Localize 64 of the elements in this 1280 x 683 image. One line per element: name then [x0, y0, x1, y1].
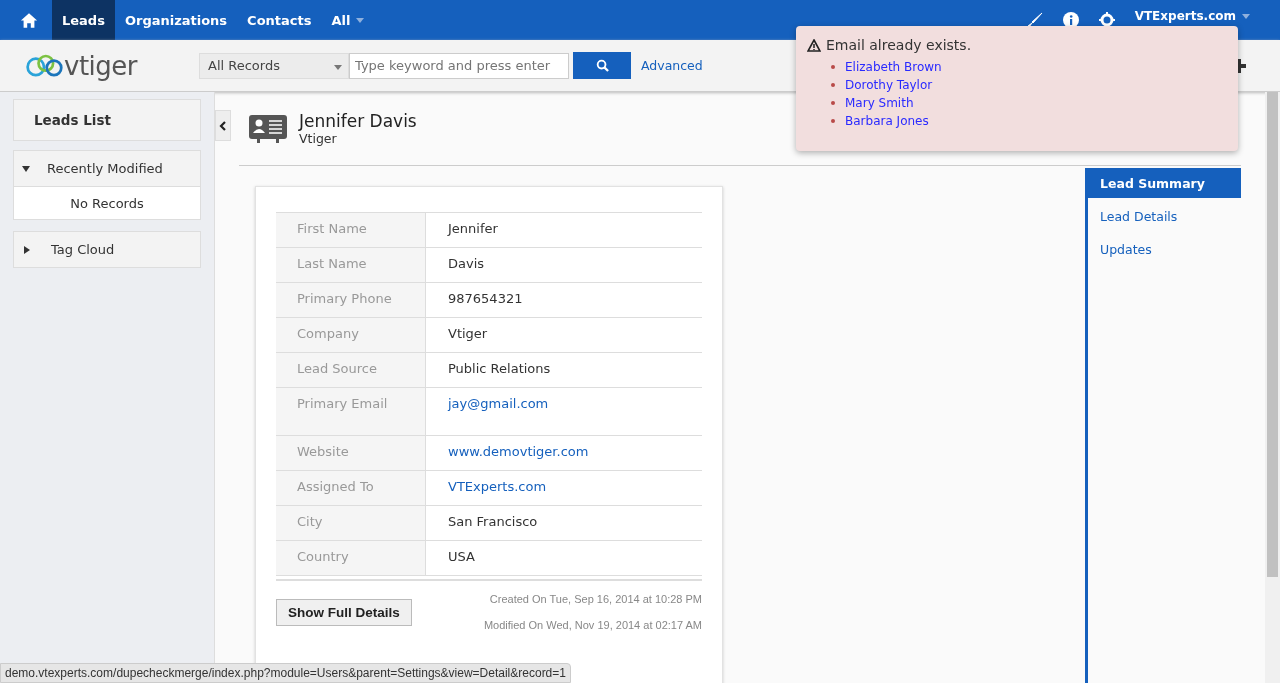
- widget-title: Tag Cloud: [51, 242, 115, 257]
- field-label: Lead Source: [276, 353, 426, 387]
- widget-header[interactable]: Tag Cloud: [14, 232, 200, 267]
- bullet-icon: [831, 65, 835, 69]
- cloud-logo-icon: [24, 52, 64, 79]
- show-full-details-button[interactable]: Show Full Details: [276, 599, 412, 626]
- field-value: Public Relations: [448, 361, 551, 376]
- nav-tab[interactable]: Organizations: [114, 0, 238, 40]
- scrollbar-thumb[interactable]: [1267, 92, 1278, 577]
- field-link[interactable]: jay@gmail.com: [448, 396, 549, 411]
- advanced-search-link[interactable]: Advanced: [641, 58, 703, 73]
- settings-icon[interactable]: [1098, 12, 1115, 28]
- record-company: Vtiger: [299, 131, 338, 146]
- duplicate-record-link[interactable]: Mary Smith: [845, 96, 914, 110]
- record-filter-dropdown[interactable]: All Records: [199, 52, 349, 79]
- duplicate-record-link[interactable]: Dorothy Taylor: [845, 78, 933, 92]
- bullet-icon: [831, 83, 835, 87]
- widget-header[interactable]: Recently Modified: [14, 151, 200, 186]
- field-label: Company: [276, 318, 426, 352]
- field-label: First Name: [276, 213, 426, 247]
- field-link[interactable]: VTExperts.com: [448, 479, 547, 494]
- nav-tab[interactable]: Contacts: [237, 0, 322, 40]
- collapse-sidebar-button[interactable]: [215, 110, 231, 141]
- widget-title: Recently Modified: [47, 161, 163, 176]
- duplicate-record-link[interactable]: Elizabeth Brown: [845, 60, 942, 74]
- user-menu[interactable]: VTExperts.com: [1134, 9, 1250, 23]
- field-value: San Francisco: [448, 514, 538, 529]
- field-value: 987654321: [448, 291, 523, 306]
- related-tab[interactable]: Lead Details: [1088, 201, 1241, 231]
- status-bar-url: demo.vtexperts.com/dupecheckmerge/index.php?module=Users&parent=Settings&view=Detail&record=1: [0, 663, 571, 683]
- chevron-icon: [219, 120, 227, 131]
- contact-card-icon: [249, 114, 287, 143]
- field-label: Last Name: [276, 248, 426, 282]
- field-value: USA: [448, 549, 475, 564]
- field-link[interactable]: www.demovtiger.com: [448, 444, 589, 459]
- scrollbar[interactable]: [1265, 92, 1280, 683]
- search-field[interactable]: Type keyword and press enter: [349, 52, 569, 79]
- sidebar-title: Leads List: [13, 99, 201, 141]
- field-label: Primary Email: [276, 388, 426, 435]
- created-date: Created On Tue, Sep 16, 2014 at 10:28 PM: [489, 593, 702, 605]
- field-label: Assigned To: [276, 471, 426, 505]
- field-label: City: [276, 506, 426, 540]
- warning-icon: [807, 38, 821, 52]
- modified-date: Modified On Wed, Nov 19, 2014 at 02:17 AM: [483, 619, 702, 631]
- field-value: Davis: [448, 256, 485, 271]
- logo-text: vtiger: [64, 50, 137, 81]
- related-tab[interactable]: Updates: [1088, 234, 1241, 264]
- home-icon[interactable]: [20, 11, 38, 29]
- related-tab[interactable]: Lead Summary: [1088, 168, 1241, 198]
- field-value: Vtiger: [448, 326, 488, 341]
- nav-tab[interactable]: Leads: [52, 0, 115, 40]
- bullet-icon: [831, 119, 835, 123]
- empty-message: No Records: [70, 195, 144, 211]
- alert-title: Email already exists.: [826, 37, 972, 53]
- bullet-icon: [831, 101, 835, 105]
- search-button[interactable]: [573, 52, 631, 79]
- field-value: Jennifer: [448, 221, 498, 236]
- search-icon: [595, 59, 609, 72]
- field-label: Primary Phone: [276, 283, 426, 317]
- field-label: Website: [276, 436, 426, 470]
- nav-tab[interactable]: All: [321, 0, 375, 40]
- record-name: Jennifer Davis: [299, 111, 417, 131]
- duplicate-record-link[interactable]: Barbara Jones: [845, 114, 929, 128]
- field-label: Country: [276, 541, 426, 575]
